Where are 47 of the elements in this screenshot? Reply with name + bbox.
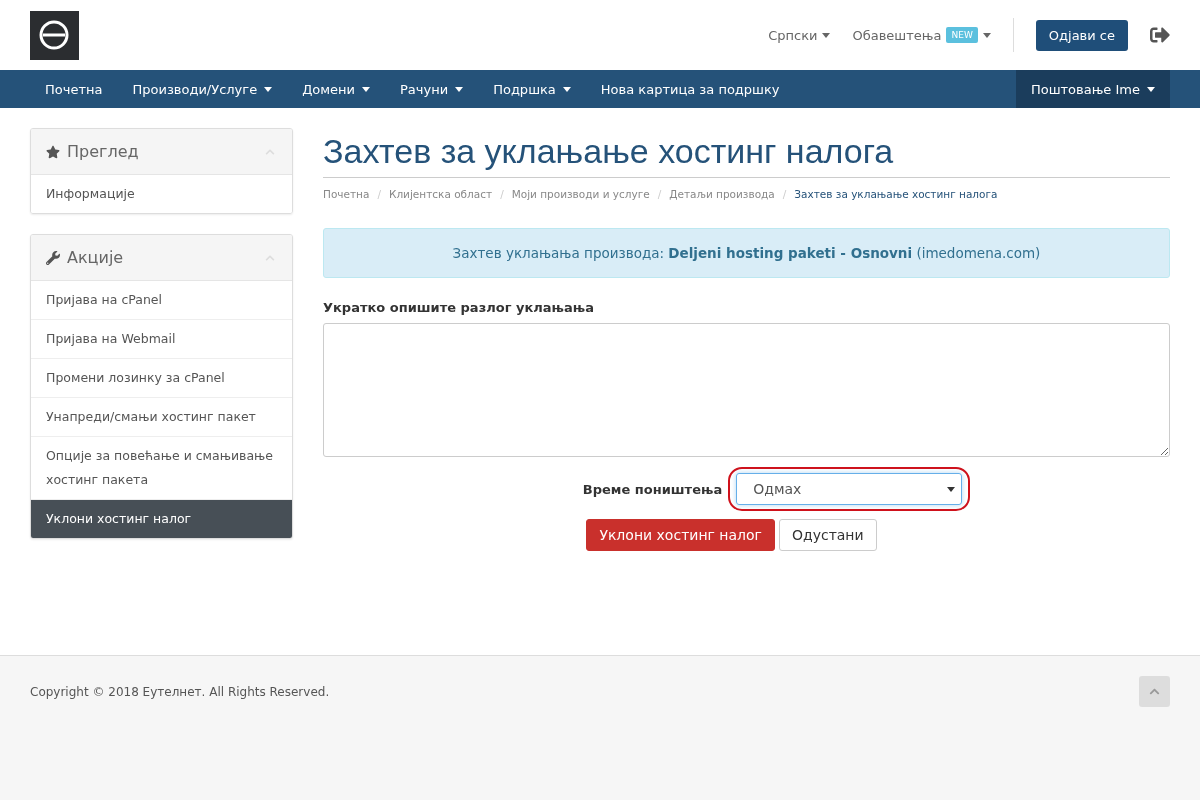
nav-item[interactable]: Почетна xyxy=(30,70,118,108)
breadcrumb-separator: / xyxy=(377,188,381,200)
field-label: Укратко опишите разлог уклањања xyxy=(323,300,595,315)
cancel-button[interactable]: Одустани xyxy=(778,519,877,551)
breadcrumb-link[interactable]: Моји производи и услуге xyxy=(511,188,650,200)
logout-button[interactable]: Одјави се xyxy=(1035,19,1128,51)
breadcrumb-separator: / xyxy=(657,188,662,200)
chevron-up-icon xyxy=(1149,686,1160,697)
logo[interactable] xyxy=(30,10,79,60)
reason-field[interactable] xyxy=(323,323,1170,457)
nav-item[interactable]: Производи/Услуге xyxy=(117,70,288,108)
logout-icon[interactable] xyxy=(1150,25,1170,45)
breadcrumb-link[interactable]: Детаљи производа xyxy=(669,188,775,200)
nav-item[interactable]: Рачуни xyxy=(385,70,479,108)
notifications-menu[interactable]: Обавештења NEW xyxy=(852,27,991,43)
account-menu[interactable]: Поштовање Ime xyxy=(1015,70,1170,108)
page-title: Захтев за уклањање хостинг налога xyxy=(323,128,1170,178)
sidebar-item[interactable]: Промени лозинку за cPanel xyxy=(31,358,292,397)
alert-text: Захтев уклањања производа: Deljeni hosting paketi - Osnovni (imedomena.com) xyxy=(452,245,1041,261)
sidebar-item[interactable]: Уклони хостинг налог xyxy=(31,499,292,538)
star-icon xyxy=(46,144,60,159)
panel-title: Преглед xyxy=(67,142,139,161)
breadcrumb-link[interactable]: Клијентска област xyxy=(388,188,493,200)
sidebar-item[interactable]: Информације xyxy=(31,175,292,213)
nav-item[interactable]: Нова картица за подршку xyxy=(585,70,795,108)
sidebar-item[interactable]: Пријава на cPanel xyxy=(31,281,292,319)
language-menu[interactable]: Српски xyxy=(768,27,831,43)
breadcrumb-separator: / xyxy=(500,188,504,200)
caret-icon xyxy=(947,486,956,492)
back-to-top-button[interactable] xyxy=(1139,676,1170,707)
copyright-text: Copyright © 2018 Еутелнет. All Rights Reserved. xyxy=(30,684,330,699)
panel-header[interactable]: Акције xyxy=(31,235,292,281)
cancel-time-select[interactable]: Одмах xyxy=(736,473,963,505)
sidebar-item[interactable]: Пријава на Webmail xyxy=(31,319,292,358)
sidebar-item[interactable]: Унапреди/смањи хостинг пакет xyxy=(31,397,292,436)
sidebar-item[interactable]: Опције за повећање и смањивање хостинг пакета xyxy=(31,436,292,499)
nav-item[interactable]: Подршка xyxy=(478,70,586,108)
remove-button[interactable]: Уклони хостинг налог xyxy=(586,519,775,551)
breadcrumb-link[interactable]: Почетна xyxy=(323,188,370,200)
nav-item[interactable]: Домени xyxy=(287,70,385,108)
breadcrumb-current-page: Захтев за уклањање хостинг налога xyxy=(794,188,998,200)
breadcrumb-separator: / xyxy=(782,188,787,200)
panel-title: Акције xyxy=(67,248,124,267)
new-badge: NEW xyxy=(946,27,978,43)
wrench-icon xyxy=(46,250,60,265)
field-label: Време поништења xyxy=(582,481,723,497)
panel-header[interactable]: Преглед xyxy=(31,129,292,175)
